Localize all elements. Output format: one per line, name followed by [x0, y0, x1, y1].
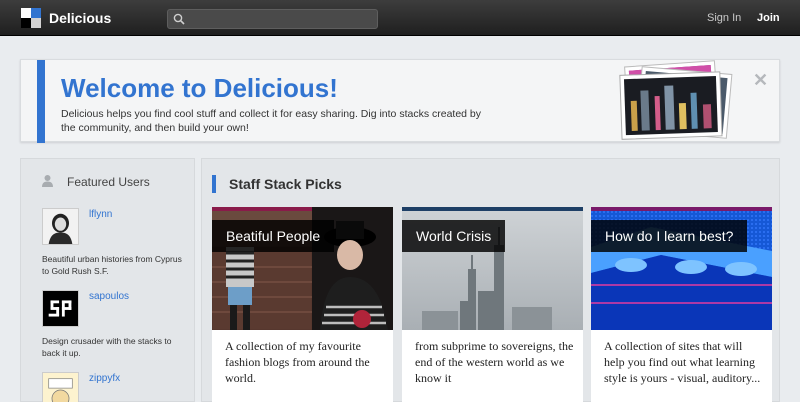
- welcome-text: Delicious helps you find cool stuff and …: [61, 108, 482, 134]
- user-name-link[interactable]: zippyfx: [89, 373, 120, 384]
- stack-card-description: from subprime to sovereigns, the end of …: [415, 339, 574, 385]
- search-box[interactable]: [167, 9, 378, 29]
- stack-card-title[interactable]: World Crisis: [402, 220, 506, 252]
- welcome-banner: Welcome to Delicious! Delicious helps yo…: [20, 59, 780, 143]
- stack-card-title[interactable]: Beatiful People: [212, 220, 335, 252]
- close-icon[interactable]: ✕: [753, 70, 768, 91]
- user-name-link[interactable]: lflynn: [89, 209, 112, 220]
- user-description: Beautiful urban histories from Cyprus to…: [42, 254, 182, 276]
- user-name-link[interactable]: sapoulos: [89, 291, 129, 302]
- top-navigation-bar: Delicious Sign In Join: [0, 0, 800, 36]
- join-link[interactable]: Join: [757, 12, 780, 24]
- stack-card[interactable]: World Crisis from subprime to sovereigns…: [402, 207, 583, 402]
- staff-stack-picks-title: Staff Stack Picks: [229, 176, 342, 192]
- delicious-logo-icon[interactable]: [21, 8, 41, 28]
- brand-name[interactable]: Delicious: [49, 10, 111, 26]
- search-icon: [173, 13, 185, 25]
- photo-stack-image: [619, 60, 733, 140]
- stack-card-description: A collection of sites that will help you…: [604, 339, 761, 385]
- stack-card[interactable]: How do I learn best? A collection of sit…: [591, 207, 772, 402]
- staff-stack-picks-panel: Staff Stack Picks Beatiful People A coll…: [201, 158, 780, 402]
- search-input[interactable]: [190, 11, 375, 27]
- stack-card-description: A collection of my favourite fashion blo…: [225, 339, 370, 385]
- avatar[interactable]: [42, 290, 79, 327]
- stack-card[interactable]: Beatiful People A collection of my favou…: [212, 207, 393, 402]
- welcome-title: Welcome to Delicious!: [61, 73, 338, 103]
- featured-users-panel: Featured Users lflynn Beautiful urban hi…: [20, 158, 195, 402]
- avatar[interactable]: [42, 372, 79, 402]
- featured-users-title: Featured Users: [67, 175, 150, 189]
- user-icon: [42, 175, 53, 187]
- picks-accent-bar: [212, 175, 216, 193]
- sign-in-link[interactable]: Sign In: [707, 12, 741, 24]
- user-description: Design crusader with the stacks to back …: [42, 336, 172, 358]
- banner-accent-bar: [37, 60, 45, 143]
- avatar[interactable]: [42, 208, 79, 245]
- stack-card-title[interactable]: How do I learn best?: [591, 220, 748, 252]
